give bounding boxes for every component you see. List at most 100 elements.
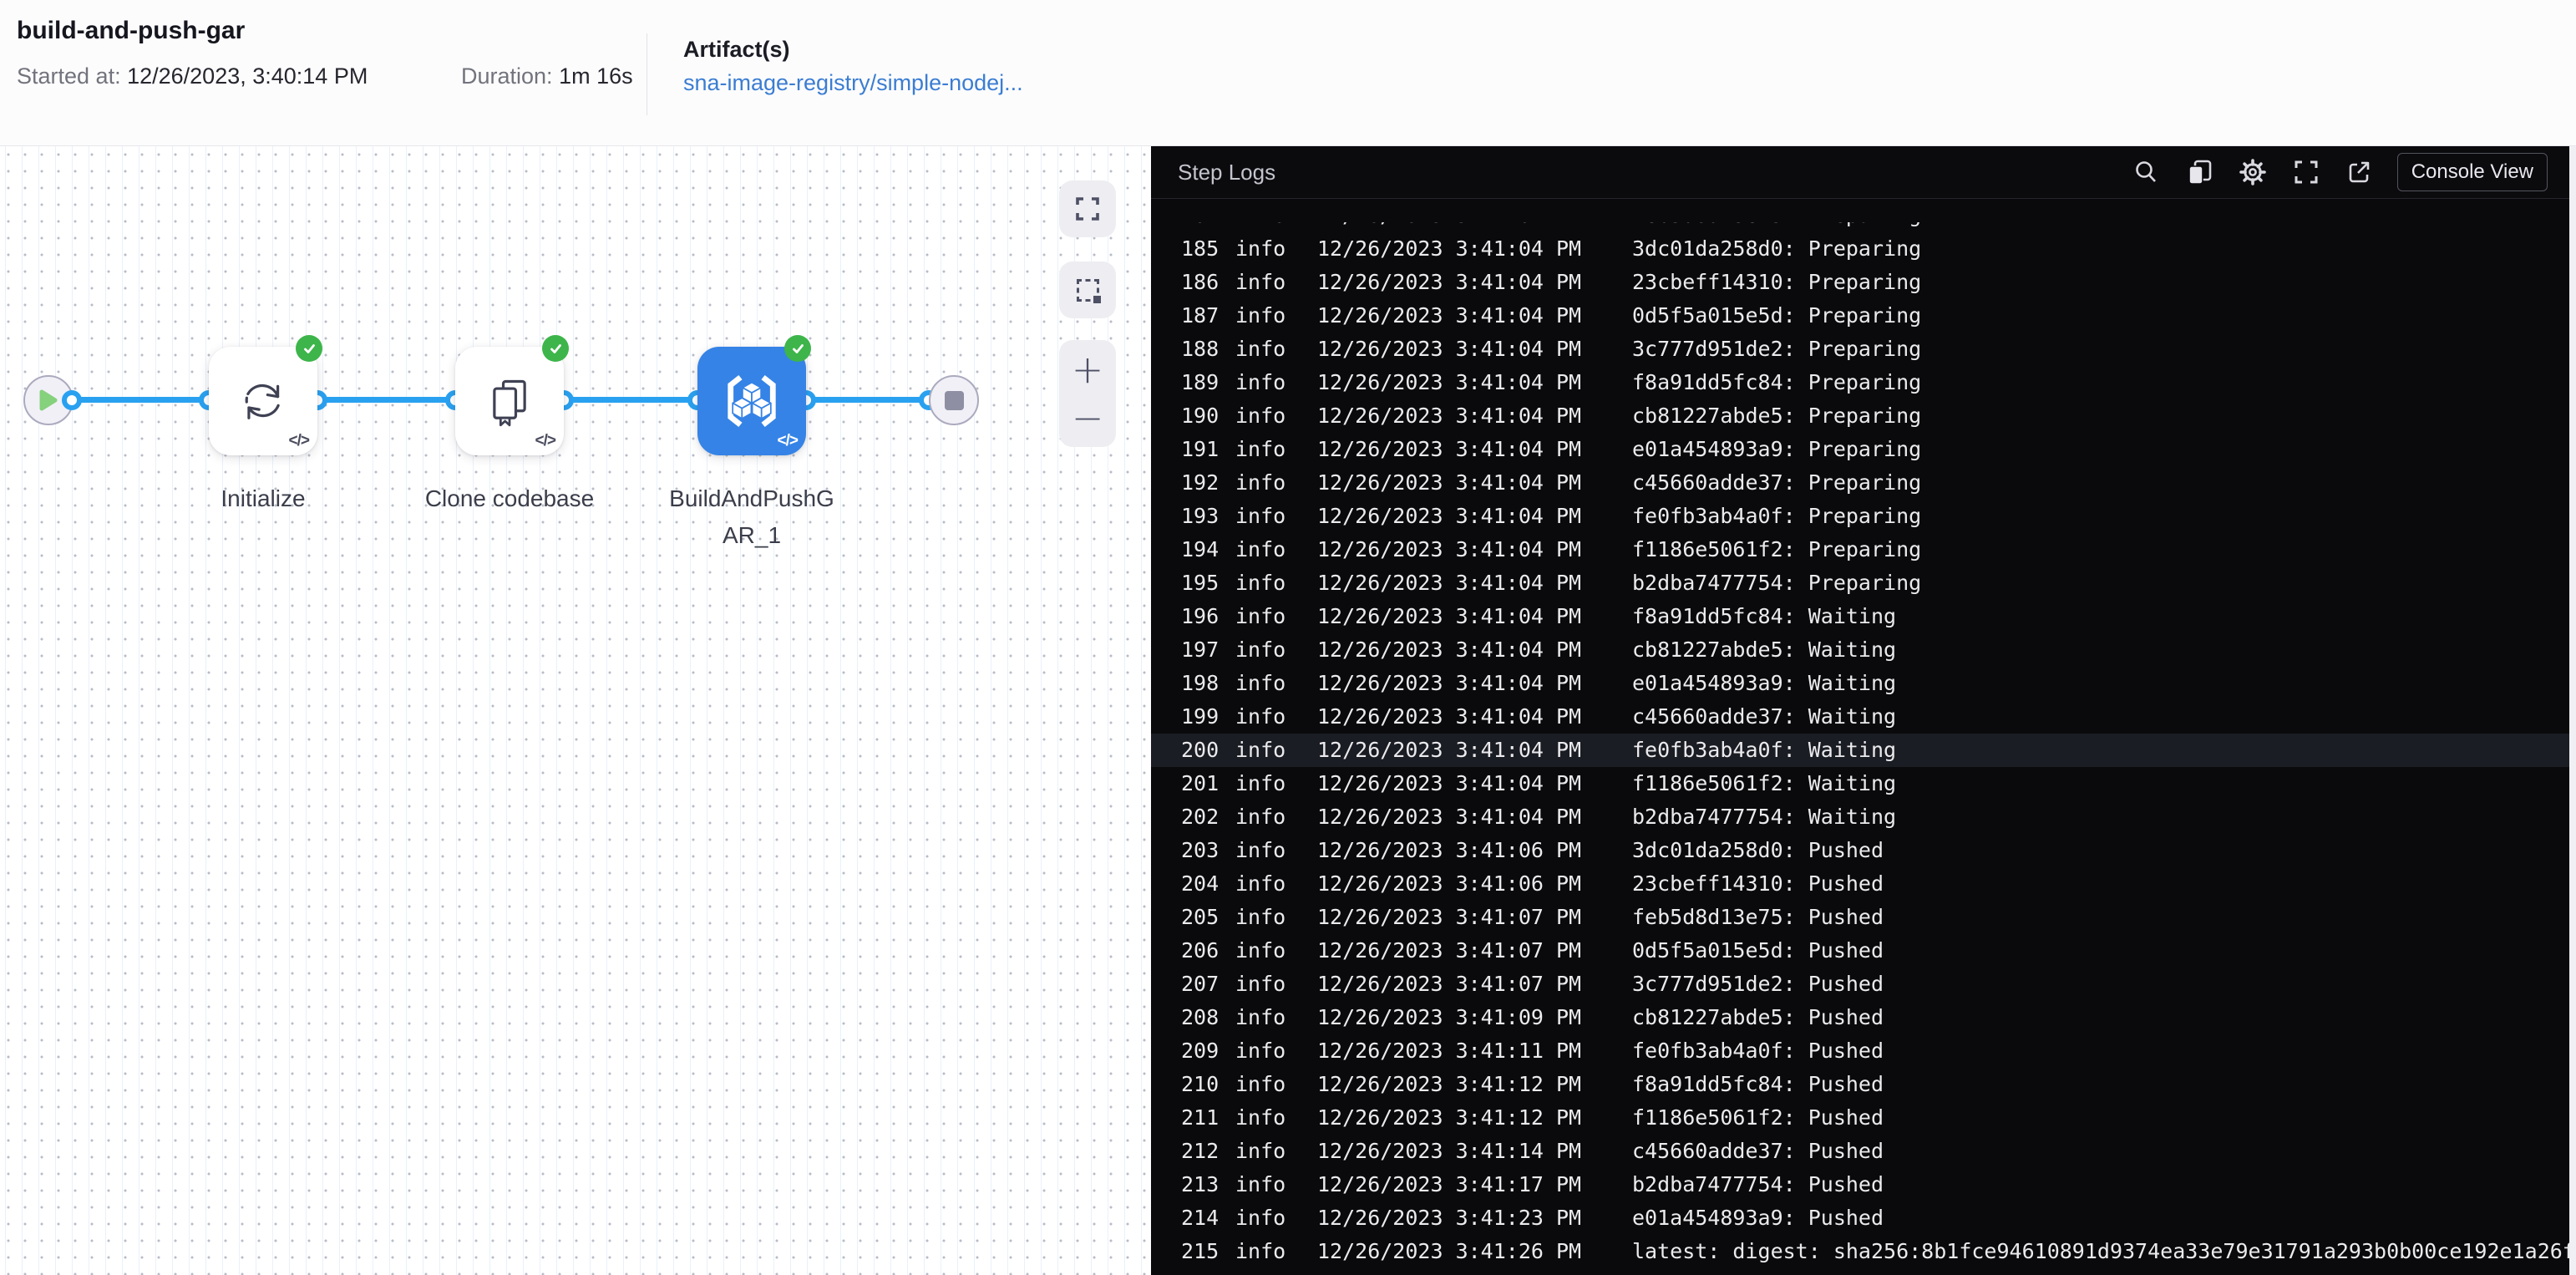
log-message: 3c777d951de2: Preparing xyxy=(1632,337,1922,361)
log-timestamp: 12/26/2023 3:41:26 PM xyxy=(1317,1239,1582,1263)
page-title: build-and-push-gar xyxy=(17,17,246,44)
pipeline-canvas[interactable]: </> </> </> Initialize Clone codebase Bu… xyxy=(0,146,1151,1275)
started-at-value: 12/26/2023, 3:40:14 PM xyxy=(127,63,368,89)
log-message: 23cbeff14310: Pushed xyxy=(1632,871,1884,896)
log-message: f8a91dd5fc84: Preparing xyxy=(1632,370,1922,394)
log-scroller[interactable]: 184 info 12/26/2023 3:41:04 PM feb5d8d13… xyxy=(1151,222,2569,1275)
log-line-number: 214 xyxy=(1181,1206,1220,1230)
log-level: info xyxy=(1235,1005,1286,1029)
log-line-number: 184 xyxy=(1181,222,1235,232)
log-message: 0d5f5a015e5d: Preparing xyxy=(1632,303,1922,328)
fit-to-screen-button[interactable] xyxy=(1059,180,1116,237)
log-message: b2dba7477754: Pushed xyxy=(1632,1172,1884,1196)
log-line-number: 197 xyxy=(1181,638,1220,662)
log-line[interactable]: 204 info 12/26/2023 3:41:06 PM 23cbeff14… xyxy=(1151,867,2569,901)
log-level: info xyxy=(1235,504,1286,528)
open-in-new-icon[interactable] xyxy=(2345,158,2374,186)
log-line[interactable]: 205 info 12/26/2023 3:41:07 PM feb5d8d13… xyxy=(1151,901,2569,934)
log-message: latest: digest: sha256:8b1fce94610891d93… xyxy=(1632,1239,2569,1263)
log-line[interactable]: 208 info 12/26/2023 3:41:09 PM cb81227ab… xyxy=(1151,1001,2569,1034)
gar-cubes-icon xyxy=(728,374,776,428)
log-message: e01a454893a9: Waiting xyxy=(1632,671,1897,695)
node-build-and-push-gar[interactable]: </> xyxy=(697,335,811,455)
log-line[interactable]: 211 info 12/26/2023 3:41:12 PM f1186e506… xyxy=(1151,1101,2569,1135)
log-timestamp: 12/26/2023 3:41:04 PM xyxy=(1317,470,1582,495)
node-clone-codebase[interactable]: </> xyxy=(455,335,569,455)
log-timestamp: 12/26/2023 3:41:04 PM xyxy=(1317,671,1582,695)
log-line[interactable]: 197 info 12/26/2023 3:41:04 PM cb81227ab… xyxy=(1151,633,2569,667)
log-line-number: 207 xyxy=(1181,972,1220,996)
step-logs-panel: Step Logs Console View 185 info 12/26/20… xyxy=(1151,146,2569,1275)
log-line[interactable]: 192 info 12/26/2023 3:41:04 PM c45660add… xyxy=(1151,466,2569,500)
log-line[interactable]: 213 info 12/26/2023 3:41:17 PM b2dba7477… xyxy=(1151,1168,2569,1201)
page-scrollbar-track[interactable] xyxy=(2569,146,2576,1275)
log-line[interactable]: 191 info 12/26/2023 3:41:04 PM e01a45489… xyxy=(1151,433,2569,466)
log-line[interactable]: 203 info 12/26/2023 3:41:06 PM 3dc01da25… xyxy=(1151,834,2569,867)
log-level: info xyxy=(1235,871,1286,896)
artifacts-label: Artifact(s) xyxy=(683,37,790,62)
log-level: info xyxy=(1235,1239,1286,1263)
log-timestamp: 12/26/2023 3:41:14 PM xyxy=(1317,1139,1582,1163)
log-line-number: 195 xyxy=(1181,571,1220,595)
log-message: cb81227abde5: Preparing xyxy=(1632,404,1922,428)
log-timestamp: 12/26/2023 3:41:11 PM xyxy=(1317,1039,1582,1063)
log-line[interactable]: 212 info 12/26/2023 3:41:14 PM c45660add… xyxy=(1151,1135,2569,1168)
zoom-in-button[interactable]: + xyxy=(1072,345,1104,394)
duration-label: Duration: xyxy=(461,63,553,89)
log-timestamp: 12/26/2023 3:41:04 PM xyxy=(1317,337,1582,361)
log-line[interactable]: 194 info 12/26/2023 3:41:04 PM f1186e506… xyxy=(1151,533,2569,566)
log-message: f1186e5061f2: Preparing xyxy=(1632,537,1922,561)
log-line-number: 203 xyxy=(1181,838,1220,862)
log-line[interactable]: 210 info 12/26/2023 3:41:12 PM f8a91dd5f… xyxy=(1151,1068,2569,1101)
copy-icon[interactable] xyxy=(2185,158,2213,186)
log-line[interactable]: 215 info 12/26/2023 3:41:26 PM latest: d… xyxy=(1151,1235,2569,1268)
log-line[interactable]: 200 info 12/26/2023 3:41:04 PM fe0fb3ab4… xyxy=(1151,734,2569,767)
log-line[interactable]: 198 info 12/26/2023 3:41:04 PM e01a45489… xyxy=(1151,667,2569,700)
log-line[interactable]: 185 info 12/26/2023 3:41:04 PM 3dc01da25… xyxy=(1151,232,2569,266)
log-line[interactable]: 196 info 12/26/2023 3:41:04 PM f8a91dd5f… xyxy=(1151,600,2569,633)
log-line-number: 202 xyxy=(1181,805,1220,829)
artifact-link[interactable]: sna-image-registry/simple-nodej... xyxy=(683,70,1023,96)
run-header: build-and-push-gar Started at: 12/26/202… xyxy=(0,0,2576,146)
port[interactable] xyxy=(62,390,82,410)
log-line[interactable]: 206 info 12/26/2023 3:41:07 PM 0d5f5a015… xyxy=(1151,934,2569,968)
log-timestamp: 12/26/2023 3:41:04 PM xyxy=(1317,270,1582,294)
zoom-out-button[interactable]: − xyxy=(1072,394,1104,442)
end-node[interactable] xyxy=(929,375,979,425)
log-line-number: 213 xyxy=(1181,1172,1220,1196)
console-view-button[interactable]: Console View xyxy=(2396,153,2548,191)
log-line[interactable]: 186 info 12/26/2023 3:41:04 PM 23cbeff14… xyxy=(1151,266,2569,299)
fullscreen-icon[interactable] xyxy=(2292,158,2320,186)
log-line[interactable]: 202 info 12/26/2023 3:41:04 PM b2dba7477… xyxy=(1151,800,2569,834)
log-line-number: 196 xyxy=(1181,604,1220,628)
node-initialize[interactable]: </> xyxy=(209,335,322,455)
log-line[interactable]: 189 info 12/26/2023 3:41:04 PM f8a91dd5f… xyxy=(1151,366,2569,399)
log-line[interactable]: 187 info 12/26/2023 3:41:04 PM 0d5f5a015… xyxy=(1151,299,2569,333)
log-line[interactable]: 207 info 12/26/2023 3:41:07 PM 3c777d951… xyxy=(1151,968,2569,1001)
log-line[interactable]: 195 info 12/26/2023 3:41:04 PM b2dba7477… xyxy=(1151,566,2569,600)
log-line[interactable]: 214 info 12/26/2023 3:41:23 PM e01a45489… xyxy=(1151,1201,2569,1235)
marquee-select-button[interactable] xyxy=(1059,262,1116,318)
log-message: f8a91dd5fc84: Pushed xyxy=(1632,1072,1884,1096)
node-label-initialize: Initialize xyxy=(221,485,306,511)
log-line[interactable]: 201 info 12/26/2023 3:41:04 PM f1186e506… xyxy=(1151,767,2569,800)
started-at-label: Started at: xyxy=(17,63,121,89)
log-line[interactable]: 188 info 12/26/2023 3:41:04 PM 3c777d951… xyxy=(1151,333,2569,366)
log-timestamp: 12/26/2023 3:41:04 PM xyxy=(1317,236,1582,261)
log-line-number: 212 xyxy=(1181,1139,1220,1163)
log-line[interactable]: 193 info 12/26/2023 3:41:04 PM fe0fb3ab4… xyxy=(1151,500,2569,533)
log-level: info xyxy=(1235,638,1286,662)
log-level: info xyxy=(1235,437,1286,461)
settings-gear-icon[interactable] xyxy=(2239,158,2267,186)
log-line[interactable]: 209 info 12/26/2023 3:41:11 PM fe0fb3ab4… xyxy=(1151,1034,2569,1068)
log-line-number: 208 xyxy=(1181,1005,1220,1029)
log-level: info xyxy=(1235,303,1286,328)
log-line[interactable]: 190 info 12/26/2023 3:41:04 PM cb81227ab… xyxy=(1151,399,2569,433)
log-line[interactable]: 184 info 12/26/2023 3:41:04 PM feb5d8d13… xyxy=(1151,222,2569,232)
log-message: feb5d8d13e75: Preparing xyxy=(1632,222,1921,232)
log-message: f1186e5061f2: Waiting xyxy=(1632,771,1897,795)
search-icon[interactable] xyxy=(2132,158,2160,186)
log-line[interactable]: 199 info 12/26/2023 3:41:04 PM c45660add… xyxy=(1151,700,2569,734)
log-level: info xyxy=(1235,1072,1286,1096)
log-message: e01a454893a9: Pushed xyxy=(1632,1206,1884,1230)
